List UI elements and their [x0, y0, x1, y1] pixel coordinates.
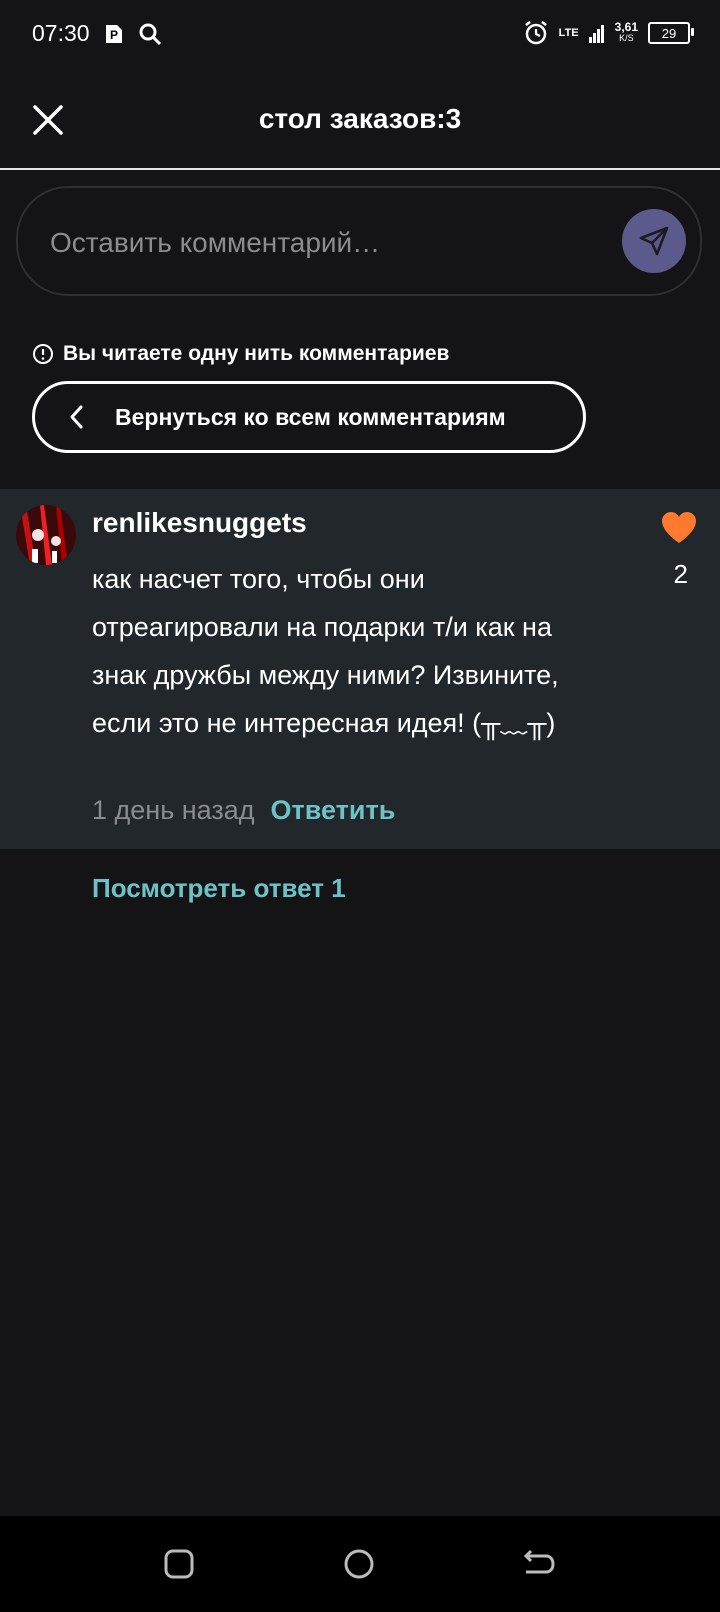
- back-button-label: Вернуться ко всем комментариям: [115, 404, 506, 430]
- heart-icon[interactable]: [660, 511, 698, 545]
- like-count: 2: [673, 559, 688, 589]
- reply-button[interactable]: Ответить: [271, 795, 396, 826]
- comment-input[interactable]: [48, 212, 592, 274]
- status-bar: 07:30 P LTE 3,61 K/S 29: [0, 0, 720, 72]
- svg-text:P: P: [110, 28, 118, 42]
- back-to-all-comments-button[interactable]: Вернуться ко всем комментариям: [32, 381, 586, 453]
- send-button[interactable]: [622, 209, 686, 273]
- status-time: 07:30: [32, 20, 90, 46]
- battery-level: 29: [661, 25, 677, 41]
- chevron-left-icon: [70, 405, 83, 429]
- thread-notice-text: Вы читаете одну нить комментариев: [63, 342, 450, 365]
- alarm-icon: [524, 21, 547, 45]
- search-icon: [139, 23, 162, 46]
- comment-text: как насчет того, чтобы они отреагировали…: [92, 564, 559, 738]
- comment-card: renlikesnuggets как насчет того, чтобы о…: [0, 489, 720, 849]
- thread-notice: Вы читаете одну нить комментариев: [32, 342, 449, 366]
- view-replies-link[interactable]: Посмотреть ответ 1: [92, 873, 346, 904]
- info-icon: [33, 344, 53, 364]
- comment-username[interactable]: renlikesnuggets: [92, 507, 307, 539]
- parking-app-icon: P: [106, 25, 122, 43]
- recent-apps-icon[interactable]: [163, 1548, 195, 1580]
- comment-meta: 1 день назад Ответить: [92, 795, 395, 826]
- header: стол заказов:3: [0, 72, 720, 170]
- back-icon[interactable]: [522, 1548, 556, 1580]
- send-icon: [639, 226, 669, 256]
- network-type: LTE: [558, 27, 579, 39]
- avatar[interactable]: [16, 505, 76, 565]
- comment-composer: [16, 186, 702, 296]
- system-nav-bar: [0, 1516, 720, 1612]
- network-speed-unit: K/S: [619, 33, 634, 43]
- signal-icon: [588, 25, 604, 43]
- battery-icon: 29: [648, 22, 694, 44]
- page-title: стол заказов:3: [258, 103, 462, 134]
- comment-time: 1 день назад: [92, 795, 255, 825]
- home-icon[interactable]: [343, 1548, 375, 1580]
- network-speed: 3,61: [614, 20, 638, 34]
